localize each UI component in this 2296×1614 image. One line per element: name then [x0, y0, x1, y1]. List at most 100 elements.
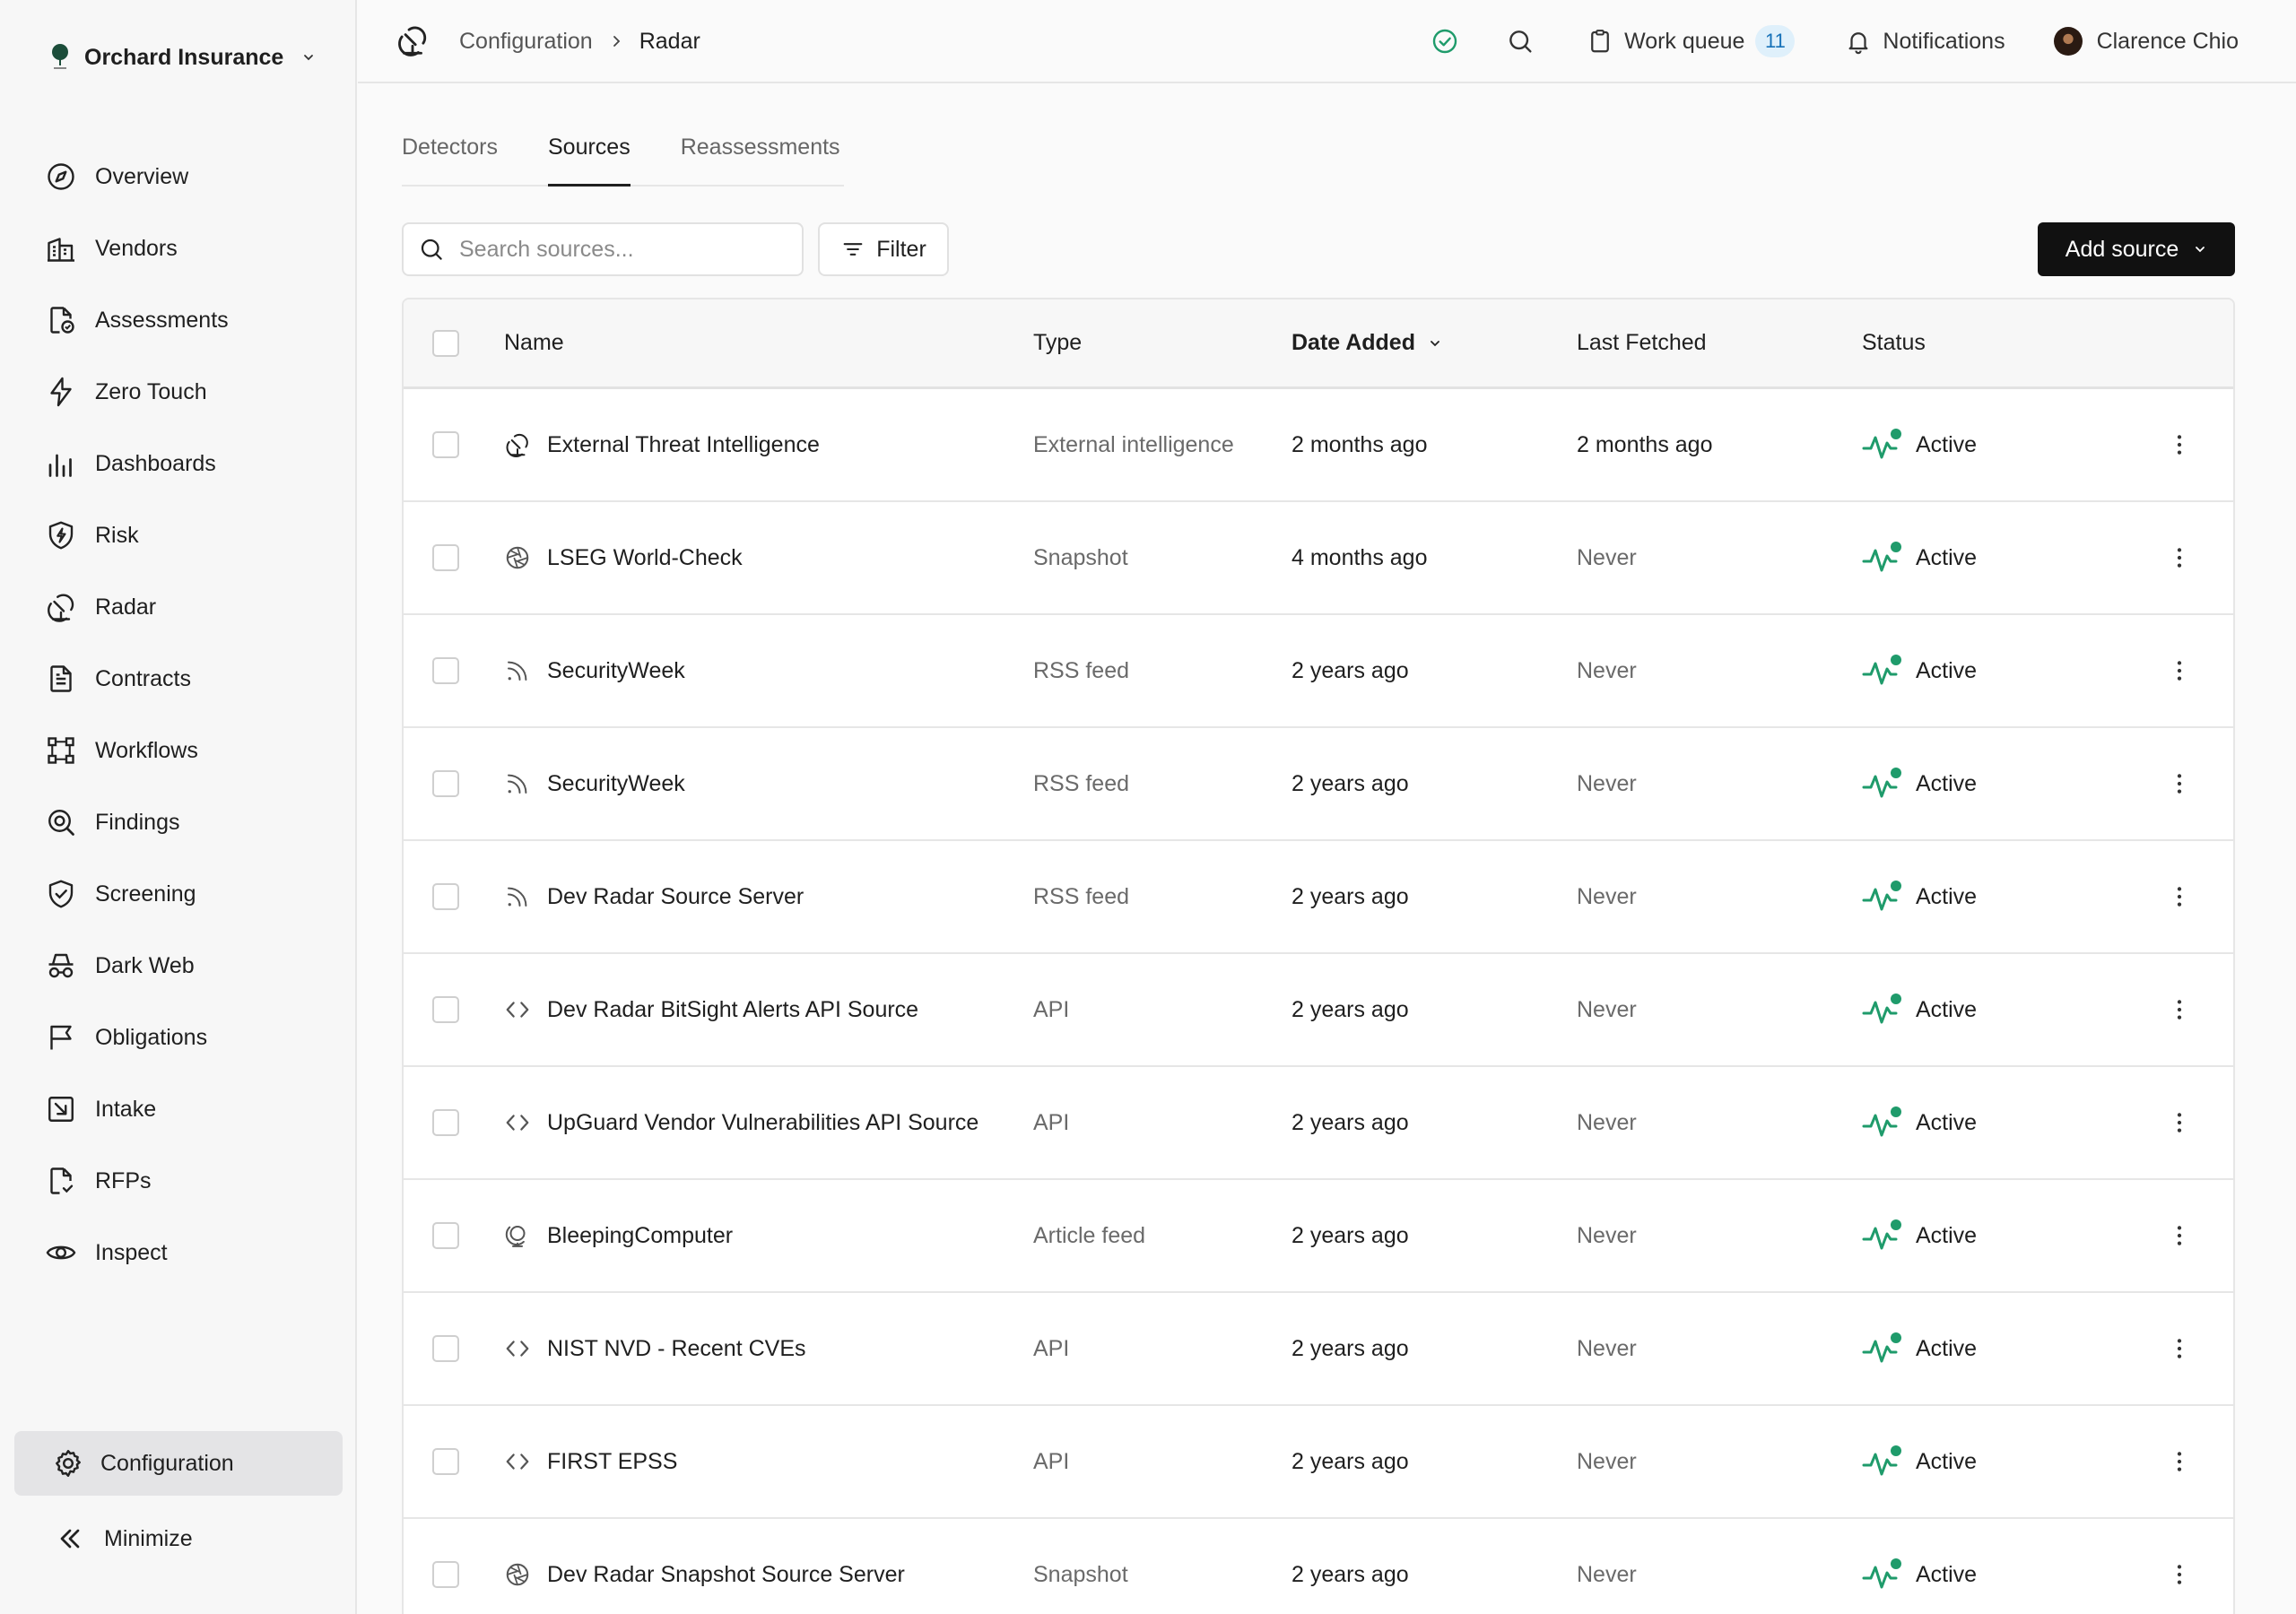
- sidebar-item-dashboards[interactable]: Dashboards: [0, 428, 357, 499]
- row-checkbox[interactable]: [432, 1222, 459, 1249]
- column-header-last-fetched[interactable]: Last Fetched: [1577, 299, 1707, 386]
- source-name[interactable]: SecurityWeek: [547, 658, 685, 684]
- source-name-cell: External Threat Intelligence: [504, 389, 820, 500]
- source-name[interactable]: Dev Radar BitSight Alerts API Source: [547, 997, 918, 1023]
- tab-sources[interactable]: Sources: [547, 134, 631, 187]
- row-checkbox[interactable]: [432, 657, 459, 684]
- sidebar-item-overview[interactable]: Overview: [0, 141, 357, 213]
- source-name[interactable]: BleepingComputer: [547, 1223, 733, 1249]
- minimize-sidebar-button[interactable]: Minimize: [14, 1506, 343, 1571]
- column-header-name[interactable]: Name: [504, 299, 564, 386]
- row-checkbox[interactable]: [432, 1109, 459, 1136]
- search-sources-field[interactable]: [402, 222, 804, 276]
- table-row[interactable]: FIRST EPSS API 2 years ago Never Active: [404, 1406, 2233, 1519]
- table-row[interactable]: SecurityWeek RSS feed 2 years ago Never Acti…: [404, 615, 2233, 728]
- add-source-button[interactable]: Add source: [2038, 222, 2235, 276]
- row-checkbox[interactable]: [432, 1448, 459, 1475]
- table-row[interactable]: Dev Radar Source Server RSS feed 2 years a…: [404, 841, 2233, 954]
- compass-icon: [48, 163, 74, 190]
- work-queue-button[interactable]: Work queue 11: [1587, 25, 1796, 57]
- search-sources-input[interactable]: [459, 236, 782, 263]
- source-name[interactable]: FIRST EPSS: [547, 1449, 677, 1475]
- row-actions-button[interactable]: [2165, 1519, 2194, 1614]
- activity-pulse-icon: [1862, 1106, 1901, 1137]
- sidebar-item-screening[interactable]: Screening: [0, 858, 357, 930]
- row-actions-button[interactable]: [2165, 841, 2194, 952]
- tab-detectors[interactable]: Detectors: [402, 134, 498, 187]
- sidebar-item-workflows[interactable]: Workflows: [0, 715, 357, 786]
- sidebar-item-obligations[interactable]: Obligations: [0, 1002, 357, 1073]
- column-header-type[interactable]: Type: [1033, 299, 1082, 386]
- row-checkbox[interactable]: [432, 1335, 459, 1362]
- source-name[interactable]: NIST NVD - Recent CVEs: [547, 1336, 806, 1362]
- org-switcher[interactable]: Orchard Insurance: [50, 39, 316, 75]
- column-header-status[interactable]: Status: [1862, 299, 1926, 386]
- sidebar-item-rfps[interactable]: RFPs: [0, 1145, 357, 1217]
- filter-button[interactable]: Filter: [818, 222, 949, 276]
- breadcrumb: Configuration Radar: [459, 23, 700, 59]
- table-row[interactable]: SecurityWeek RSS feed 2 years ago Never Acti…: [404, 728, 2233, 841]
- row-actions-button[interactable]: [2165, 1180, 2194, 1291]
- avatar: [2053, 27, 2083, 56]
- select-all-checkbox[interactable]: [432, 329, 459, 357]
- table-row[interactable]: Dev Radar BitSight Alerts API Source API 2…: [404, 954, 2233, 1067]
- sidebar-item-radar[interactable]: Radar: [0, 571, 357, 643]
- sidebar-item-dark-web[interactable]: Dark Web: [0, 930, 357, 1002]
- table-row[interactable]: UpGuard Vendor Vulnerabilities API Sourc…: [404, 1067, 2233, 1180]
- notifications-button[interactable]: Notifications: [1845, 28, 2005, 55]
- sidebar-item-risk[interactable]: Risk: [0, 499, 357, 571]
- source-name[interactable]: UpGuard Vendor Vulnerabilities API Sourc…: [547, 1110, 978, 1136]
- sidebar-item-label: Radar: [95, 594, 157, 620]
- source-name[interactable]: SecurityWeek: [547, 771, 685, 797]
- row-actions-button[interactable]: [2165, 954, 2194, 1065]
- sidebar-item-intake[interactable]: Intake: [0, 1073, 357, 1145]
- more-vertical-icon: [2177, 1565, 2182, 1584]
- row-actions-button[interactable]: [2165, 1406, 2194, 1517]
- row-checkbox[interactable]: [432, 883, 459, 910]
- table-row[interactable]: BleepingComputer Article feed 2 years ago N…: [404, 1180, 2233, 1293]
- sidebar-item-findings[interactable]: Findings: [0, 786, 357, 858]
- table-row[interactable]: External Threat Intelligence External int…: [404, 389, 2233, 502]
- row-checkbox[interactable]: [432, 544, 459, 571]
- more-vertical-icon: [2177, 887, 2182, 907]
- table-row[interactable]: NIST NVD - Recent CVEs API 2 years ago Neve…: [404, 1293, 2233, 1406]
- breadcrumb-configuration[interactable]: Configuration: [459, 29, 593, 55]
- row-checkbox[interactable]: [432, 996, 459, 1023]
- date-added: 2 years ago: [1292, 1448, 1409, 1474]
- source-name[interactable]: Dev Radar Snapshot Source Server: [547, 1562, 905, 1588]
- sidebar-item-zero-touch[interactable]: Zero Touch: [0, 356, 357, 428]
- date-added: 2 years ago: [1292, 1109, 1409, 1135]
- aperture-icon: [506, 1563, 529, 1586]
- row-actions-button[interactable]: [2165, 389, 2194, 500]
- row-actions-button[interactable]: [2165, 502, 2194, 613]
- row-checkbox[interactable]: [432, 431, 459, 458]
- sidebar-item-label: RFPs: [95, 1167, 152, 1193]
- column-header-date-added[interactable]: Date Added: [1292, 299, 1442, 386]
- source-name[interactable]: External Threat Intelligence: [547, 432, 820, 458]
- row-checkbox[interactable]: [432, 770, 459, 797]
- sidebar-item-configuration[interactable]: Configuration: [14, 1431, 343, 1496]
- search-icon: [1509, 30, 1532, 53]
- sidebar-item-assessments[interactable]: Assessments: [0, 284, 357, 356]
- source-name[interactable]: LSEG World-Check: [547, 545, 743, 571]
- status-cell: Active: [1862, 1067, 1977, 1178]
- row-checkbox[interactable]: [432, 1561, 459, 1588]
- sidebar-item-inspect[interactable]: Inspect: [0, 1217, 357, 1289]
- row-actions-button[interactable]: [2165, 1067, 2194, 1178]
- source-type: API: [1033, 1109, 1070, 1135]
- row-actions-button[interactable]: [2165, 728, 2194, 839]
- source-type: External intelligence: [1033, 431, 1234, 457]
- row-actions-button[interactable]: [2165, 615, 2194, 726]
- row-actions-button[interactable]: [2165, 1293, 2194, 1404]
- status-cell: Active: [1862, 728, 1977, 839]
- source-type: API: [1033, 1335, 1070, 1361]
- system-status-indicator[interactable]: [1431, 27, 1459, 56]
- table-row[interactable]: Dev Radar Snapshot Source Server Snapshot…: [404, 1519, 2233, 1614]
- sidebar-item-contracts[interactable]: Contracts: [0, 643, 357, 715]
- source-name[interactable]: Dev Radar Source Server: [547, 884, 804, 910]
- user-menu[interactable]: Clarence Chio: [2053, 27, 2239, 56]
- table-row[interactable]: LSEG World-Check Snapshot 4 months ago Neve…: [404, 502, 2233, 615]
- tab-reassessments[interactable]: Reassessments: [681, 134, 840, 187]
- sidebar-item-vendors[interactable]: Vendors: [0, 213, 357, 284]
- global-search-button[interactable]: [1506, 27, 1535, 56]
